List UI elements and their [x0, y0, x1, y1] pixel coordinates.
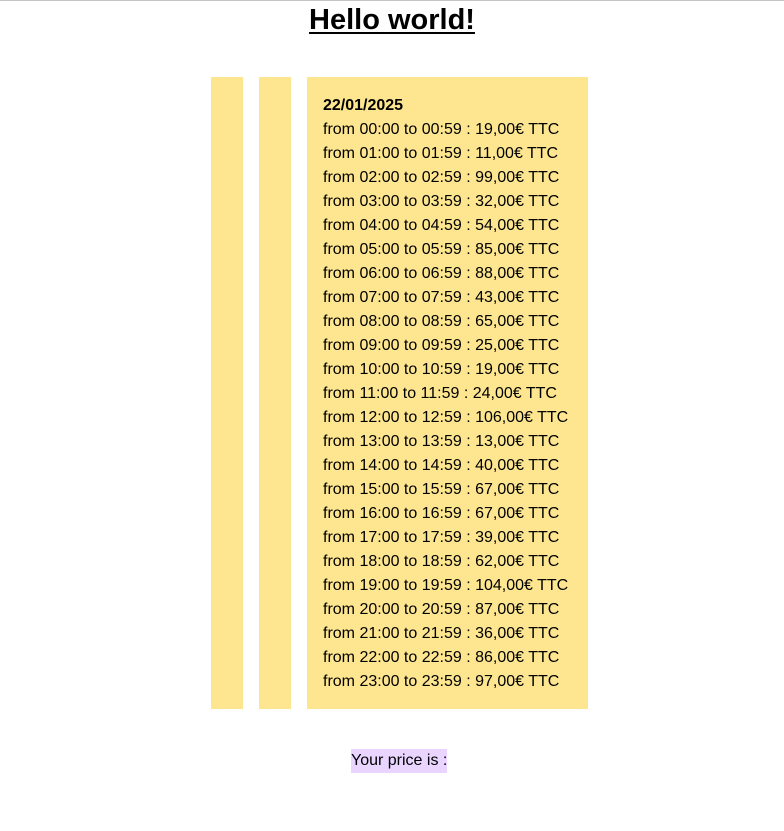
price-row: from 15:00 to 15:59 : 67,00€ TTC: [323, 481, 560, 498]
price-row: from 22:00 to 22:59 : 86,00€ TTC: [323, 649, 560, 666]
price-row: from 21:00 to 21:59 : 36,00€ TTC: [323, 625, 560, 642]
price-row: from 12:00 to 12:59 : 106,00€ TTC: [323, 409, 569, 426]
price-row: from 13:00 to 13:59 : 13,00€ TTC: [323, 433, 560, 450]
price-row: from 09:00 to 09:59 : 25,00€ TTC: [323, 337, 560, 354]
price-row: from 14:00 to 14:59 : 40,00€ TTC: [323, 457, 560, 474]
page-title: Hello world!: [309, 4, 475, 36]
price-row: from 08:00 to 08:59 : 65,00€ TTC: [323, 313, 560, 330]
price-row: from 00:00 to 00:59 : 19,00€ TTC: [323, 121, 560, 138]
price-row: from 02:00 to 02:59 : 99,00€ TTC: [323, 169, 560, 186]
price-date: 22/01/2025: [323, 97, 404, 114]
your-price-label: Your price is :: [351, 749, 448, 773]
day-price-column: 22/01/2025 from 00:00 to 00:59 : 19,00€ …: [307, 77, 588, 709]
price-row: from 06:00 to 06:59 : 88,00€ TTC: [323, 265, 560, 282]
empty-day-column-2: [259, 77, 291, 709]
price-row: from 01:00 to 01:59 : 11,00€ TTC: [323, 145, 559, 162]
top-divider: [0, 0, 784, 1]
price-row: from 11:00 to 11:59 : 24,00€ TTC: [323, 385, 557, 402]
price-row: from 17:00 to 17:59 : 39,00€ TTC: [323, 529, 560, 546]
price-list: 22/01/2025 from 00:00 to 00:59 : 19,00€ …: [323, 94, 568, 694]
price-row: from 20:00 to 20:59 : 87,00€ TTC: [323, 601, 560, 618]
price-row: from 23:00 to 23:59 : 97,00€ TTC: [323, 673, 560, 690]
price-row: from 05:00 to 05:59 : 85,00€ TTC: [323, 241, 560, 258]
price-row: from 19:00 to 19:59 : 104,00€ TTC: [323, 577, 569, 594]
price-row: from 07:00 to 07:59 : 43,00€ TTC: [323, 289, 560, 306]
empty-day-column-1: [211, 77, 243, 709]
price-row: from 18:00 to 18:59 : 62,00€ TTC: [323, 553, 560, 570]
price-row: from 16:00 to 16:59 : 67,00€ TTC: [323, 505, 560, 522]
price-row: from 04:00 to 04:59 : 54,00€ TTC: [323, 217, 560, 234]
price-row: from 10:00 to 10:59 : 19,00€ TTC: [323, 361, 560, 378]
price-row: from 03:00 to 03:59 : 32,00€ TTC: [323, 193, 560, 210]
